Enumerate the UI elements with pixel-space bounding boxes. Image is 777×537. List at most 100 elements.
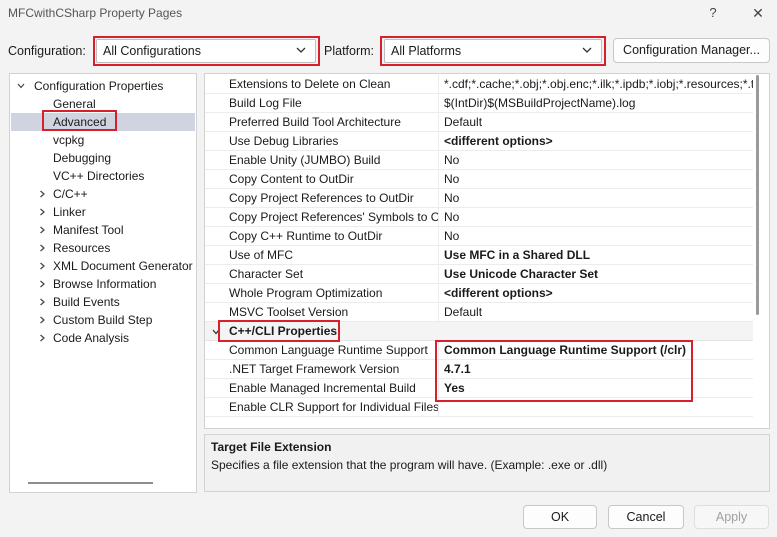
property-row[interactable]: MSVC Toolset Version Default — [205, 303, 753, 322]
chevron-right-icon[interactable] — [37, 225, 47, 235]
chevron-right-icon[interactable] — [37, 279, 47, 289]
property-name: Use Debug Libraries — [229, 132, 439, 150]
chevron-right-icon[interactable] — [37, 189, 47, 199]
property-value[interactable]: <different options> — [444, 132, 753, 150]
property-value[interactable]: No — [444, 170, 753, 188]
tree-item-code-analysis[interactable]: Code Analysis — [11, 329, 195, 347]
property-name: Copy C++ Runtime to OutDir — [229, 227, 439, 245]
window-title: MFCwithCSharp Property Pages — [8, 6, 183, 20]
tree-item-label: C/C++ — [53, 187, 88, 201]
property-value[interactable]: Use Unicode Character Set — [444, 265, 753, 283]
property-tree[interactable]: Configuration Properties General Advanced… — [9, 73, 197, 493]
apply-button[interactable]: Apply — [694, 505, 769, 529]
property-name: Use of MFC — [229, 246, 439, 264]
tree-item-vcpkg[interactable]: vcpkg — [11, 131, 195, 149]
property-row[interactable]: Copy C++ Runtime to OutDir No — [205, 227, 753, 246]
tree-item-advanced[interactable]: Advanced — [11, 113, 195, 131]
property-row[interactable]: Character Set Use Unicode Character Set — [205, 265, 753, 284]
property-row[interactable]: Common Language Runtime Support Common La… — [205, 341, 753, 360]
tree-item-linker[interactable]: Linker — [11, 203, 195, 221]
platform-dropdown[interactable]: All Platforms — [384, 39, 602, 63]
chevron-right-icon[interactable] — [37, 261, 47, 271]
tree-item-debugging[interactable]: Debugging — [11, 149, 195, 167]
title-bar: MFCwithCSharp Property Pages ? ✕ — [0, 0, 777, 28]
tree-item-label: General — [53, 97, 96, 111]
tree-item-label: VC++ Directories — [53, 169, 145, 183]
tree-item-custom-build-step[interactable]: Custom Build Step — [11, 311, 195, 329]
property-name: Enable Unity (JUMBO) Build — [229, 151, 439, 169]
chevron-down-icon — [582, 47, 592, 53]
property-value[interactable]: $(IntDir)$(MSBuildProjectName).log — [444, 94, 753, 112]
property-name: Character Set — [229, 265, 439, 283]
property-value[interactable]: <different options> — [444, 284, 753, 302]
property-name: Extensions to Delete on Clean — [229, 75, 439, 93]
property-row[interactable]: Preferred Build Tool Architecture Default — [205, 113, 753, 132]
property-row[interactable]: Enable Unity (JUMBO) Build No — [205, 151, 753, 170]
property-name: Copy Project References to OutDir — [229, 189, 439, 207]
category-label: C++/CLI Properties — [229, 324, 338, 338]
description-panel: Target File Extension Specifies a file e… — [204, 434, 770, 492]
chevron-down-icon[interactable] — [211, 327, 221, 337]
tree-item-label: vcpkg — [53, 133, 85, 147]
chevron-right-icon[interactable] — [37, 243, 47, 253]
property-row[interactable]: .NET Target Framework Version 4.7.1 — [205, 360, 753, 379]
tree-item-c-c[interactable]: C/C++ — [11, 185, 195, 203]
property-name: Enable Managed Incremental Build — [229, 379, 439, 397]
tree-item-build-events[interactable]: Build Events — [11, 293, 195, 311]
property-row[interactable]: Whole Program Optimization <different opt… — [205, 284, 753, 303]
chevron-right-icon[interactable] — [37, 333, 47, 343]
property-value[interactable]: *.cdf;*.cache;*.obj;*.obj.enc;*.ilk;*.ip… — [444, 75, 753, 93]
property-value[interactable]: No — [444, 151, 753, 169]
tree-scrollbar[interactable] — [28, 482, 153, 484]
property-row[interactable]: Use of MFC Use MFC in a Shared DLL — [205, 246, 753, 265]
property-value[interactable]: 4.7.1 — [444, 360, 753, 378]
property-row[interactable]: Build Log File $(IntDir)$(MSBuildProjectN… — [205, 94, 753, 113]
ok-button[interactable]: OK — [523, 505, 597, 529]
category-row-cli[interactable]: C++/CLI Properties — [205, 322, 753, 341]
property-value[interactable]: No — [444, 208, 753, 226]
property-name: .NET Target Framework Version — [229, 360, 439, 378]
help-button[interactable]: ? — [700, 3, 726, 23]
close-button[interactable]: ✕ — [745, 3, 771, 23]
tree-item-label: Custom Build Step — [53, 313, 153, 327]
platform-label: Platform: — [324, 44, 375, 58]
tree-item-general[interactable]: General — [11, 95, 195, 113]
property-value[interactable]: No — [444, 189, 753, 207]
property-name: Enable CLR Support for Individual Files — [229, 398, 439, 416]
property-name: Preferred Build Tool Architecture — [229, 113, 439, 131]
chevron-down-icon — [296, 47, 306, 53]
chevron-down-icon — [17, 83, 25, 89]
tree-item-xml-document-generator[interactable]: XML Document Generator — [11, 257, 195, 275]
configuration-value: All Configurations — [103, 44, 201, 58]
property-row[interactable]: Copy Content to OutDir No — [205, 170, 753, 189]
cancel-button[interactable]: Cancel — [608, 505, 684, 529]
property-name: MSVC Toolset Version — [229, 303, 439, 321]
property-value[interactable]: Yes — [444, 379, 753, 397]
chevron-right-icon[interactable] — [37, 315, 47, 325]
property-row[interactable]: Enable CLR Support for Individual Files — [205, 398, 753, 417]
property-value[interactable]: Common Language Runtime Support (/clr) — [444, 341, 753, 359]
configuration-manager-button[interactable]: Configuration Manager... — [613, 38, 770, 63]
property-row[interactable]: Copy Project References' Symbols to Out N… — [205, 208, 753, 227]
tree-item-label: Resources — [53, 241, 111, 255]
property-row[interactable]: Enable Managed Incremental Build Yes — [205, 379, 753, 398]
property-name: Whole Program Optimization — [229, 284, 439, 302]
tree-item-label: Advanced — [53, 115, 107, 129]
property-grid[interactable]: Extensions to Delete on Clean *.cdf;*.cac… — [204, 73, 770, 429]
property-row[interactable]: Copy Project References to OutDir No — [205, 189, 753, 208]
property-value[interactable] — [444, 398, 753, 416]
chevron-right-icon[interactable] — [37, 207, 47, 217]
property-row[interactable]: Use Debug Libraries <different options> — [205, 132, 753, 151]
tree-item-vc-directories[interactable]: VC++ Directories — [11, 167, 195, 185]
tree-item-manifest-tool[interactable]: Manifest Tool — [11, 221, 195, 239]
chevron-right-icon[interactable] — [37, 297, 47, 307]
property-value[interactable]: Default — [444, 303, 753, 321]
configuration-dropdown[interactable]: All Configurations — [96, 39, 316, 63]
property-value[interactable]: Default — [444, 113, 753, 131]
property-value[interactable]: Use MFC in a Shared DLL — [444, 246, 753, 264]
tree-item-resources[interactable]: Resources — [11, 239, 195, 257]
property-row[interactable]: Extensions to Delete on Clean *.cdf;*.cac… — [205, 75, 753, 94]
grid-scrollbar[interactable] — [756, 75, 759, 315]
property-value[interactable]: No — [444, 227, 753, 245]
tree-item-browse-information[interactable]: Browse Information — [11, 275, 195, 293]
